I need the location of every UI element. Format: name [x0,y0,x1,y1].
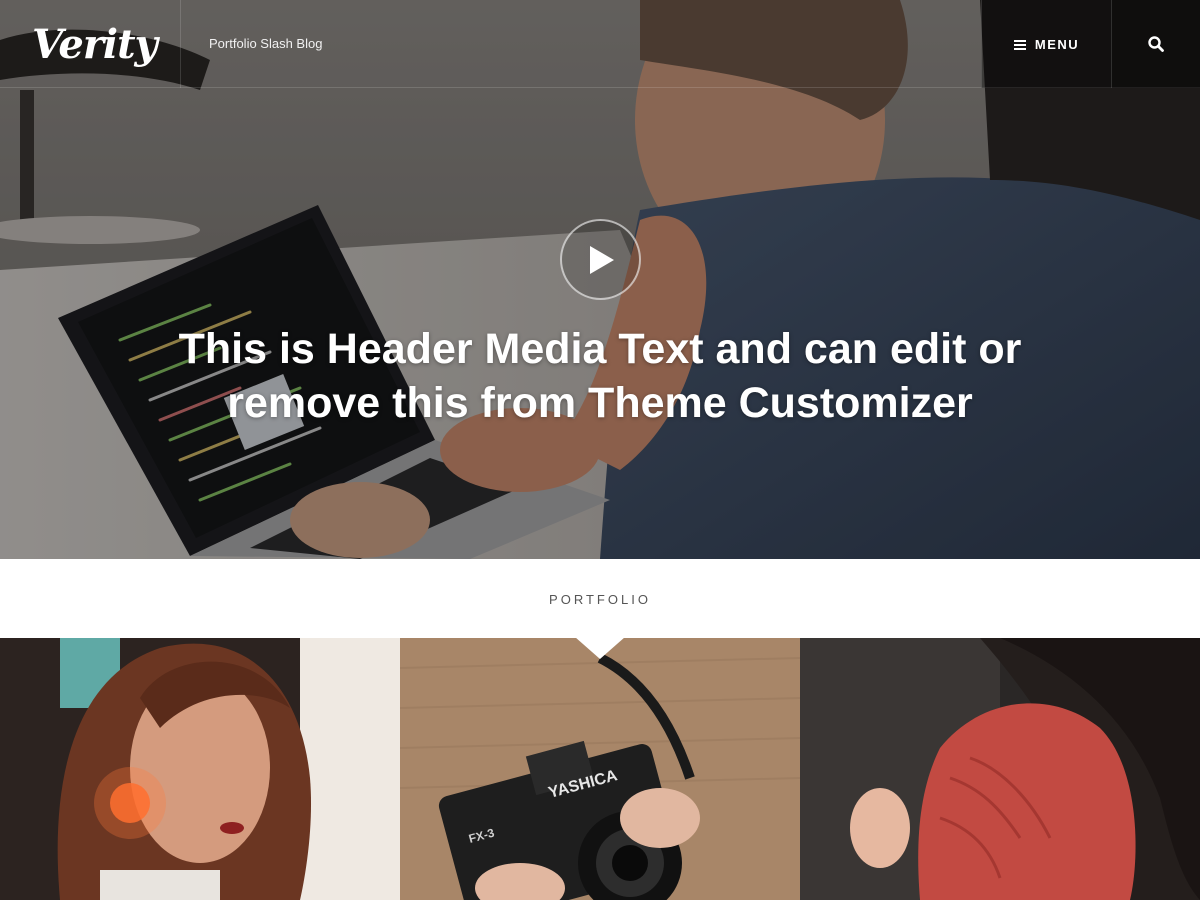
play-icon [589,245,614,274]
portfolio-item-3[interactable] [800,638,1200,900]
hamburger-icon [1013,39,1026,50]
woman-portrait-photo [0,638,400,900]
brand-area: Verity [0,0,181,88]
search-button[interactable] [1111,0,1200,88]
menu-button[interactable]: MENU [981,0,1111,88]
woman-red-jacket-photo [800,638,1200,900]
portfolio-grid: YASHICA FX-3 [0,638,1200,900]
video-play-button[interactable] [560,219,641,300]
portfolio-pointer-notch [575,637,625,659]
site-logo[interactable]: Verity [32,21,158,68]
search-icon [1148,36,1164,52]
menu-label: MENU [1034,36,1080,52]
portfolio-section-title: PORTFOLIO [549,592,651,607]
portfolio-item-2[interactable]: YASHICA FX-3 [400,638,800,900]
hero-media-text: This is Header Media Text and can edit o… [178,325,1022,427]
site-tagline: Portfolio Slash Blog [209,36,323,51]
portfolio-item-1[interactable] [0,638,400,900]
site-header: Verity Portfolio Slash Blog MENU [0,0,1200,88]
yashica-camera-photo: YASHICA FX-3 [400,638,800,900]
